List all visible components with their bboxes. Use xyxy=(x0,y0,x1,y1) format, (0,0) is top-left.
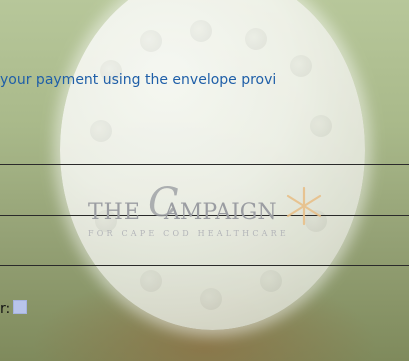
logo-word-campaign: AMPAIGN xyxy=(164,200,277,225)
logo-star-icon xyxy=(286,186,322,226)
form-content: your payment using the envelope provi TH… xyxy=(0,0,409,361)
form-line[interactable] xyxy=(0,164,409,165)
checkbox-row: r: xyxy=(0,300,28,317)
checkbox[interactable] xyxy=(13,300,28,314)
checkbox-label: r: xyxy=(0,301,11,317)
campaign-logo: THE C AMPAIGN FOR CAPE COD HEALTHCARE xyxy=(88,180,358,241)
payment-instruction-text: your payment using the envelope provi xyxy=(0,72,277,88)
form-line[interactable] xyxy=(0,265,409,266)
logo-tagline: FOR CAPE COD HEALTHCARE xyxy=(88,229,289,238)
logo-word-the: THE xyxy=(88,200,141,225)
